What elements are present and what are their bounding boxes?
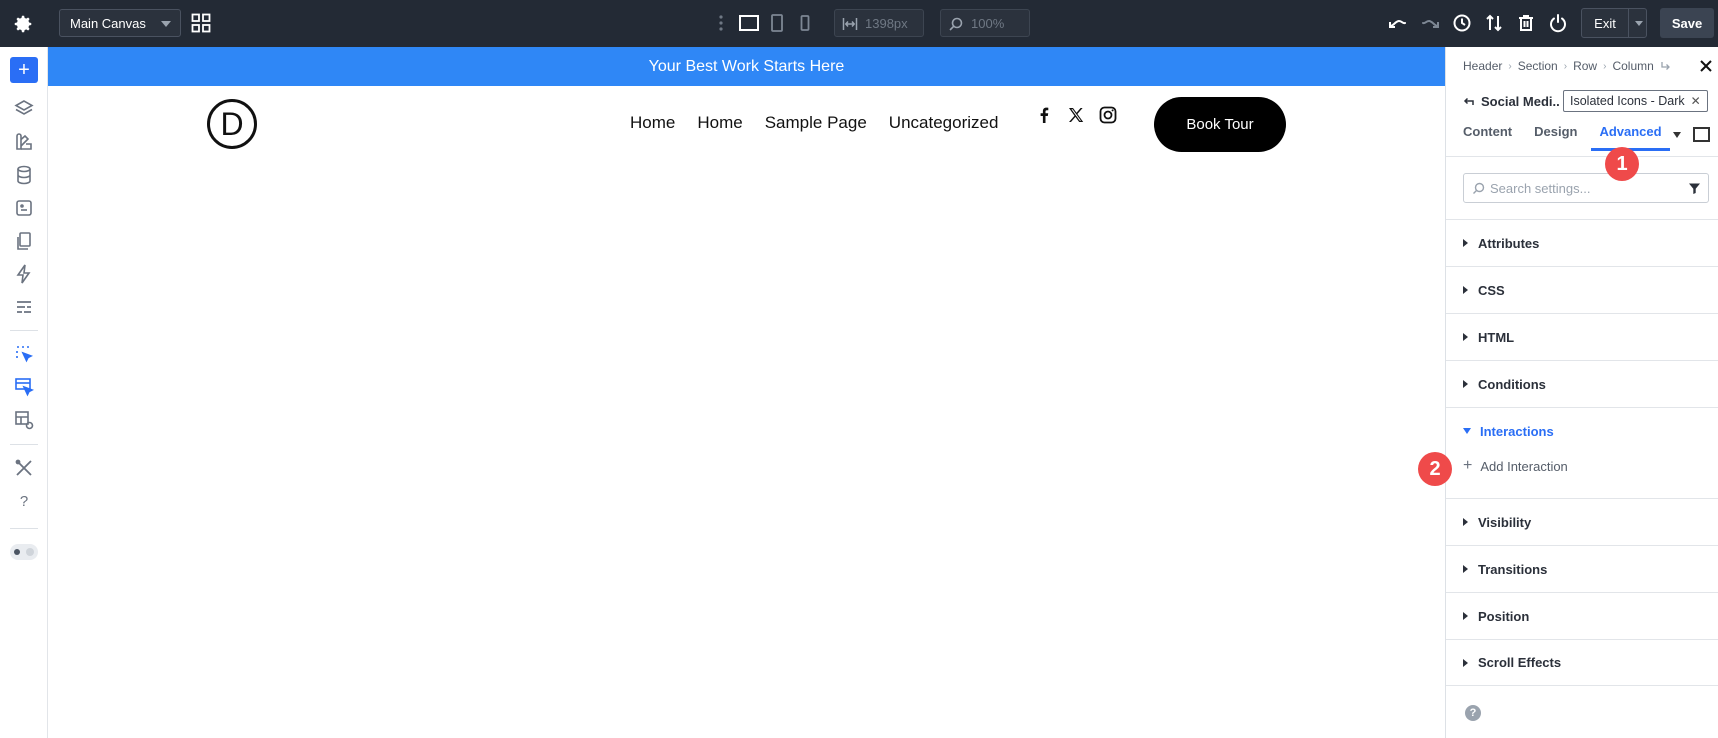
caret-right-icon [1463, 333, 1468, 341]
breadcrumb-item[interactable]: Section [1518, 59, 1558, 73]
breadcrumb-item[interactable]: Row [1573, 59, 1597, 73]
tools-icon[interactable] [12, 456, 36, 480]
pages-icon[interactable] [12, 229, 36, 253]
caret-right-icon [1463, 658, 1468, 667]
select-cursor-icon[interactable] [12, 342, 36, 366]
portability-icon[interactable] [12, 196, 36, 220]
remove-preset-icon[interactable]: ✕ [1691, 94, 1701, 108]
add-module-button[interactable]: + [10, 57, 38, 83]
desktop-view-icon[interactable] [738, 12, 760, 34]
search-settings-input[interactable]: Search settings... [1463, 173, 1709, 203]
canvas-select[interactable]: Main Canvas [59, 9, 181, 37]
site-logo[interactable]: D [207, 99, 257, 149]
search-icon [1473, 182, 1485, 194]
step-badge-2: 2 [1418, 452, 1452, 486]
module-name: Social Medi... [1481, 93, 1559, 109]
phone-view-icon[interactable] [794, 12, 816, 34]
section-conditions[interactable]: Conditions [1446, 360, 1718, 407]
section-attributes[interactable]: Attributes [1446, 219, 1718, 266]
help-icon[interactable]: ? [12, 489, 36, 513]
nav-item[interactable]: Home [697, 113, 742, 133]
breadcrumb: Header › Section › Row › Column [1463, 59, 1671, 73]
panel-mode-icon[interactable] [1693, 127, 1710, 142]
exit-dropdown-icon[interactable] [1635, 20, 1643, 26]
caret-right-icon [1463, 565, 1468, 573]
top-banner[interactable]: Your Best Work Starts Here [48, 47, 1445, 86]
section-position[interactable]: Position [1446, 592, 1718, 639]
layers-icon[interactable] [12, 97, 36, 121]
section-transitions[interactable]: Transitions [1446, 545, 1718, 592]
history-clock-icon[interactable] [1451, 12, 1473, 34]
section-css[interactable]: CSS [1446, 266, 1718, 313]
close-icon[interactable] [1699, 59, 1713, 73]
main-canvas: Your Best Work Starts Here D Home Home S… [48, 47, 1445, 738]
caret-right-icon [1463, 239, 1468, 247]
breadcrumb-item[interactable]: Column [1612, 59, 1653, 73]
section-visibility[interactable]: Visibility [1446, 498, 1718, 545]
step-badge-1: 1 [1605, 147, 1639, 181]
return-arrow-icon[interactable] [1660, 61, 1671, 72]
exit-button[interactable]: Exit [1581, 8, 1647, 38]
help-button[interactable]: ? [1465, 705, 1481, 721]
gear-icon[interactable] [12, 13, 34, 35]
chevron-right-icon: › [1508, 60, 1512, 72]
grid-icon[interactable] [191, 13, 211, 33]
wireframe-icon[interactable] [12, 295, 36, 319]
section-interactions[interactable]: Interactions [1446, 407, 1718, 454]
nav-item[interactable]: Sample Page [765, 113, 867, 133]
layout-view-icon[interactable] [12, 408, 36, 432]
section-html[interactable]: HTML [1446, 313, 1718, 360]
section-scroll-effects[interactable]: Scroll Effects [1446, 639, 1718, 686]
lightning-icon[interactable] [12, 262, 36, 286]
top-toolbar: Main Canvas 1398px 100% Exit Save [0, 0, 1718, 47]
chevron-right-icon: › [1563, 60, 1568, 72]
tab-design[interactable]: Design [1534, 124, 1577, 151]
chevron-down-icon [161, 21, 171, 27]
plus-icon: + [1463, 457, 1473, 474]
database-icon[interactable] [12, 163, 36, 187]
add-interaction-button[interactable]: + Add Interaction [1463, 457, 1568, 475]
mode-toggle[interactable] [10, 544, 38, 560]
width-arrows-icon [842, 18, 858, 30]
undo-icon[interactable] [1387, 12, 1409, 34]
tablet-view-icon[interactable] [766, 12, 788, 34]
caret-right-icon [1463, 612, 1468, 620]
tabs-dropdown-icon[interactable] [1673, 132, 1681, 138]
caret-right-icon [1463, 380, 1468, 388]
canvas-width-field[interactable]: 1398px [834, 9, 924, 37]
more-vertical-icon[interactable] [710, 12, 732, 34]
trash-icon[interactable] [1515, 12, 1537, 34]
caret-right-icon [1463, 518, 1468, 526]
breadcrumb-item[interactable]: Header [1463, 59, 1502, 73]
sort-arrows-icon[interactable] [1483, 12, 1505, 34]
design-palette-icon[interactable] [12, 130, 36, 154]
redo-icon[interactable] [1419, 12, 1441, 34]
filter-icon[interactable] [1688, 182, 1701, 195]
caret-down-icon [1463, 428, 1471, 434]
power-icon[interactable] [1547, 12, 1569, 34]
x-icon[interactable] [1066, 105, 1086, 125]
nav-item[interactable]: Uncategorized [889, 113, 999, 133]
left-sidebar: + ? [0, 47, 48, 738]
caret-right-icon [1463, 286, 1468, 294]
zoom-icon [949, 17, 963, 31]
module-header: Social Medi... Isolated Icons - Dark ✕ [1463, 90, 1708, 112]
zoom-field[interactable]: 100% [940, 9, 1030, 37]
tab-advanced[interactable]: Advanced [1591, 124, 1670, 151]
tab-content[interactable]: Content [1463, 124, 1512, 151]
main-menu: Home Home Sample Page Uncategorized [630, 113, 998, 133]
instagram-icon[interactable] [1098, 105, 1118, 125]
facebook-icon[interactable] [1034, 105, 1054, 125]
preset-tag[interactable]: Isolated Icons - Dark ✕ [1563, 90, 1708, 112]
multi-select-cursor-icon[interactable] [12, 375, 36, 399]
nav-item[interactable]: Home [630, 113, 675, 133]
back-arrow-icon[interactable] [1463, 95, 1475, 107]
book-tour-button[interactable]: Book Tour [1154, 97, 1286, 152]
settings-panel: Header › Section › Row › Column Social M… [1445, 47, 1718, 738]
save-button[interactable]: Save [1660, 8, 1714, 38]
chevron-right-icon: › [1603, 60, 1607, 72]
